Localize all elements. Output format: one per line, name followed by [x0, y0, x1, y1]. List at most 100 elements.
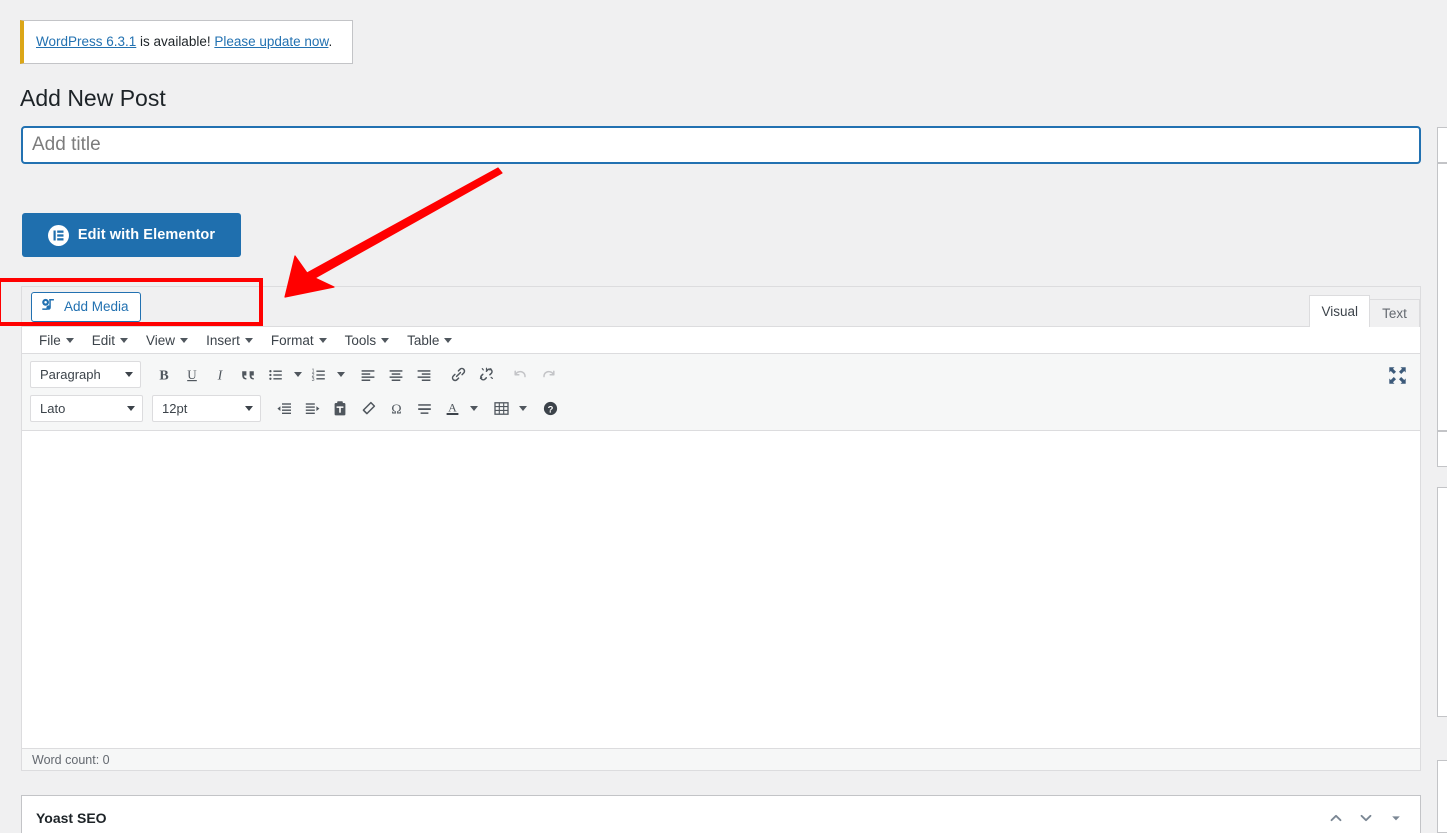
edit-with-elementor-button[interactable]: Edit with Elementor	[22, 213, 241, 257]
editor-toolbar-row-2: Lato 12pt Ω A ?	[22, 394, 1420, 423]
blockquote-icon[interactable]	[234, 361, 262, 388]
menu-tools[interactable]: Tools	[336, 327, 399, 353]
update-notice-text: WordPress 6.3.1 is available! Please upd…	[36, 33, 332, 52]
paragraph-format-value: Paragraph	[40, 367, 101, 382]
metabox-actions	[1322, 804, 1410, 832]
font-family-select[interactable]: Lato	[30, 395, 143, 422]
menu-file[interactable]: File	[30, 327, 83, 353]
menu-view[interactable]: View	[137, 327, 197, 353]
menu-format[interactable]: Format	[262, 327, 336, 353]
chevron-down-icon	[469, 406, 478, 411]
notice-middle-text: is available!	[136, 33, 215, 49]
metabox-header: Yoast SEO	[22, 796, 1420, 833]
menu-tools-label: Tools	[344, 332, 377, 348]
chevron-down-icon	[125, 372, 133, 377]
chevron-down-icon	[180, 337, 189, 343]
menu-insert[interactable]: Insert	[197, 327, 262, 353]
tab-visual[interactable]: Visual	[1309, 295, 1370, 327]
font-size-select[interactable]: 12pt	[152, 395, 261, 422]
bullet-list-caret-icon[interactable]	[290, 361, 305, 388]
table-caret-icon[interactable]	[515, 395, 530, 422]
chevron-down-icon	[244, 337, 253, 343]
text-color-caret-icon[interactable]	[466, 395, 481, 422]
paste-as-text-icon[interactable]	[326, 395, 354, 422]
yoast-seo-metabox: Yoast SEO	[21, 795, 1421, 833]
increase-indent-icon[interactable]	[298, 395, 326, 422]
svg-text:3: 3	[312, 377, 315, 383]
wordpress-admin-post-editor: WordPress 6.3.1 is available! Please upd…	[0, 0, 1447, 833]
chevron-down-icon	[127, 406, 135, 411]
sidebar-panel-tags	[1437, 760, 1447, 833]
chevron-down-icon	[293, 372, 302, 377]
post-editor: Add Media Visual Text File Edit View Ins…	[21, 286, 1421, 771]
numbered-list-icon[interactable]: 1 2 3	[305, 361, 333, 388]
metabox-title: Yoast SEO	[36, 810, 107, 826]
wordpress-update-notice: WordPress 6.3.1 is available! Please upd…	[20, 20, 353, 64]
menu-table-label: Table	[407, 332, 440, 348]
font-size-value: 12pt	[162, 401, 188, 416]
chevron-down-icon	[336, 372, 345, 377]
menu-edit[interactable]: Edit	[83, 327, 137, 353]
chevron-down-icon	[381, 337, 390, 343]
tab-text[interactable]: Text	[1369, 299, 1420, 327]
redo-icon[interactable]	[534, 361, 562, 388]
svg-text:?: ?	[547, 405, 553, 416]
text-color-icon[interactable]: A	[438, 395, 466, 422]
elementor-logo-icon	[47, 224, 69, 246]
paragraph-format-select[interactable]: Paragraph	[30, 361, 141, 388]
special-character-icon[interactable]: Ω	[382, 395, 410, 422]
please-update-now-link[interactable]: Please update now	[214, 34, 328, 49]
post-title-input[interactable]	[21, 126, 1421, 164]
sidebar-panel-categories	[1437, 487, 1447, 717]
svg-text:I: I	[217, 368, 224, 382]
menu-insert-label: Insert	[206, 332, 240, 348]
add-media-label: Add Media	[64, 298, 129, 314]
sidebar-panel-publish	[1437, 127, 1447, 163]
keyboard-shortcuts-help-icon[interactable]: ?	[536, 395, 564, 422]
italic-icon[interactable]: I	[206, 361, 234, 388]
move-down-icon[interactable]	[1352, 804, 1380, 832]
menu-edit-label: Edit	[91, 332, 116, 348]
move-up-icon[interactable]	[1322, 804, 1350, 832]
font-family-value: Lato	[40, 401, 66, 416]
clear-formatting-icon[interactable]	[354, 395, 382, 422]
page-title: Add New Post	[20, 85, 166, 111]
right-sidebar-strip	[1437, 0, 1447, 833]
add-media-button[interactable]: Add Media	[31, 291, 141, 322]
align-center-icon[interactable]	[382, 361, 410, 388]
bold-icon[interactable]: B	[150, 361, 178, 388]
undo-icon[interactable]	[506, 361, 534, 388]
menu-view-label: View	[146, 332, 176, 348]
insert-link-icon[interactable]	[444, 361, 472, 388]
remove-link-icon[interactable]	[472, 361, 500, 388]
chevron-down-icon	[120, 337, 129, 343]
align-right-icon[interactable]	[410, 361, 438, 388]
menu-file-label: File	[39, 332, 61, 348]
notice-period: .	[328, 33, 333, 49]
toggle-panel-icon[interactable]	[1382, 804, 1410, 832]
chevron-down-icon	[245, 406, 253, 411]
media-add-icon	[41, 298, 57, 316]
chevron-down-icon	[318, 337, 327, 343]
editor-toolbars: Paragraph B U I 1 2 3 Lato 12pt Ω A ?	[21, 354, 1421, 431]
editor-mode-tabs: Visual Text	[1309, 290, 1420, 327]
decrease-indent-icon[interactable]	[270, 395, 298, 422]
chevron-down-icon	[444, 337, 453, 343]
fullscreen-icon[interactable]	[1384, 362, 1410, 388]
svg-text:Ω: Ω	[391, 402, 401, 417]
svg-text:A: A	[448, 401, 457, 415]
svg-text:B: B	[159, 368, 168, 382]
editor-statusbar: Word count: 0	[21, 748, 1421, 771]
svg-text:U: U	[187, 367, 197, 382]
horizontal-line-icon[interactable]	[410, 395, 438, 422]
menu-table[interactable]: Table	[398, 327, 461, 353]
bullet-list-icon[interactable]	[262, 361, 290, 388]
sidebar-panel-body	[1437, 163, 1447, 431]
editor-content-area[interactable]	[21, 431, 1421, 748]
table-icon[interactable]	[487, 395, 515, 422]
underline-icon[interactable]: U	[178, 361, 206, 388]
numbered-list-caret-icon[interactable]	[333, 361, 348, 388]
align-left-icon[interactable]	[354, 361, 382, 388]
wordpress-version-link[interactable]: WordPress 6.3.1	[36, 34, 136, 49]
editor-menubar: File Edit View Insert Format Tools Table	[21, 326, 1421, 354]
